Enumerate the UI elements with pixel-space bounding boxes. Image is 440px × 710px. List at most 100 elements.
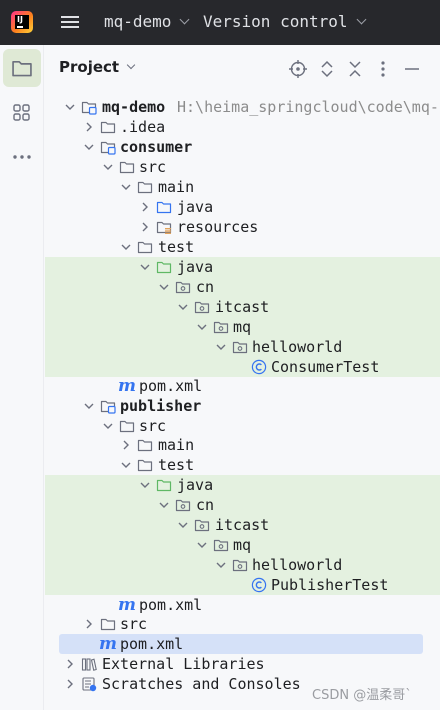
chevron-down-icon[interactable] [64, 101, 76, 113]
tree-item-root-pom[interactable]: m pom.xml [59, 634, 423, 654]
panel-title: Project [59, 58, 120, 76]
main-menu-icon[interactable] [61, 13, 79, 31]
test-folder-icon [156, 477, 172, 493]
chevron-down-icon[interactable] [139, 479, 151, 491]
tree-item-consumer-pom[interactable]: m pom.xml [45, 376, 440, 396]
tree-item-publisher-src[interactable]: src [45, 416, 440, 436]
project-tool-button[interactable] [3, 49, 41, 87]
tree-item-src[interactable]: src [45, 614, 440, 634]
tree-item-consumer-cn[interactable]: cn [45, 277, 440, 297]
chevron-down-icon[interactable] [120, 459, 132, 471]
chevron-down-icon[interactable] [102, 420, 114, 432]
project-name: mq-demo [104, 12, 172, 31]
tree-item-consumer-helloworld[interactable]: helloworld [45, 337, 440, 357]
class-icon [251, 359, 267, 375]
chevron-down-icon[interactable] [177, 519, 189, 531]
chevron-down-icon [356, 14, 366, 25]
chevron-down-icon[interactable] [215, 559, 227, 571]
tree-item-publisher-main[interactable]: main [45, 435, 440, 455]
chevron-down-icon[interactable] [83, 141, 95, 153]
tree-item-consumer-resources[interactable]: resources [45, 217, 440, 237]
tree-item-publisher-test[interactable]: test [45, 455, 440, 475]
chevron-down-icon[interactable] [102, 161, 114, 173]
tree-item-publisher[interactable]: publisher [45, 396, 440, 416]
chevron-down-icon[interactable] [120, 181, 132, 193]
tree-item-label: java [177, 476, 214, 494]
tree-item-mq-demo[interactable]: mq-demo H:\heima_springcloud\code\mq- [45, 97, 440, 117]
locate-icon[interactable] [288, 59, 308, 79]
tree-item-label: main [158, 436, 195, 454]
chevron-right-icon[interactable] [120, 439, 132, 451]
more-horizontal-icon [13, 155, 31, 159]
tree-item-label: .idea [120, 118, 166, 136]
tree-item-publisher-test-java[interactable]: java [45, 475, 440, 495]
project-switcher[interactable]: mq-demo [104, 11, 190, 33]
watermark: CSDN @温柔哥` [312, 688, 412, 703]
chevron-right-icon[interactable] [64, 678, 76, 690]
module-folder-icon [81, 99, 97, 115]
expand-all-icon[interactable] [317, 59, 337, 79]
package-icon [232, 339, 248, 355]
resources-folder-icon [156, 219, 172, 235]
chevron-down-icon[interactable] [177, 301, 189, 313]
tree-item-label: main [158, 178, 195, 196]
tree-item-label: itcast [215, 298, 270, 316]
chevron-down-icon[interactable] [158, 499, 170, 511]
tree-item-consumer-main-java[interactable]: java [45, 197, 440, 217]
tree-item-consumer[interactable]: consumer [45, 137, 440, 157]
collapse-all-icon[interactable] [345, 59, 365, 79]
tree-item-idea[interactable]: .idea [45, 117, 440, 137]
chevron-right-icon[interactable] [139, 201, 151, 213]
tree-item-consumer-src[interactable]: src [45, 157, 440, 177]
tree-item-label: mq-demo [102, 98, 166, 116]
tree-item-label: test [158, 238, 195, 256]
tree-item-publisher-test-class[interactable]: PublisherTest [45, 575, 440, 595]
chevron-down-icon[interactable] [158, 281, 170, 293]
chevron-down-icon [179, 14, 190, 25]
tree-item-publisher-itcast[interactable]: itcast [45, 515, 440, 535]
tree-item-consumer-test-class[interactable]: ConsumerTest [45, 357, 440, 377]
chevron-right-icon[interactable] [83, 121, 95, 133]
title-bar: IJ mq-demo Version control [0, 0, 440, 45]
tree-item-label: pom.xml [139, 377, 203, 395]
folder-icon [137, 239, 153, 255]
tree-item-label: PublisherTest [271, 576, 389, 594]
maven-icon: m [99, 634, 117, 654]
structure-tool-button[interactable] [3, 94, 41, 132]
tree-item-external-libraries[interactable]: External Libraries [45, 654, 440, 674]
tree-item-publisher-pom[interactable]: m pom.xml [45, 595, 440, 615]
tree-item-publisher-mq[interactable]: mq [45, 535, 440, 555]
package-icon [213, 537, 229, 553]
chevron-down-icon[interactable] [215, 341, 227, 353]
tree-item-label: Scratches and Consoles [102, 675, 301, 693]
chevron-right-icon[interactable] [139, 221, 151, 233]
tree-item-label: External Libraries [102, 655, 265, 673]
chevron-down-icon[interactable] [139, 261, 151, 273]
folder-icon [12, 60, 32, 77]
more-tools-button[interactable] [3, 138, 41, 176]
panel-view-selector[interactable]: Project [59, 58, 136, 76]
hide-panel-icon[interactable] [402, 59, 422, 79]
intellij-logo-icon[interactable]: IJ [11, 11, 33, 33]
package-icon [175, 279, 191, 295]
tree-item-label: ConsumerTest [271, 358, 380, 376]
chevron-down-icon[interactable] [196, 539, 208, 551]
tree-item-consumer-itcast[interactable]: itcast [45, 297, 440, 317]
tree-item-consumer-main[interactable]: main [45, 177, 440, 197]
tree-item-publisher-cn[interactable]: cn [45, 495, 440, 515]
tree-item-label: cn [196, 496, 215, 514]
tree-item-consumer-test[interactable]: test [45, 237, 440, 257]
maven-icon: m [118, 376, 136, 396]
tree-item-label: test [158, 456, 195, 474]
chevron-right-icon[interactable] [83, 618, 95, 630]
chevron-down-icon[interactable] [196, 321, 208, 333]
chevron-right-icon[interactable] [64, 658, 76, 670]
options-menu-icon[interactable] [373, 59, 393, 79]
vcs-menu[interactable]: Version control [203, 11, 366, 33]
chevron-down-icon[interactable] [83, 400, 95, 412]
package-icon [175, 497, 191, 513]
tree-item-consumer-mq[interactable]: mq [45, 317, 440, 337]
tree-item-publisher-helloworld[interactable]: helloworld [45, 555, 440, 575]
chevron-down-icon[interactable] [120, 241, 132, 253]
tree-item-consumer-test-java[interactable]: java [45, 257, 440, 277]
